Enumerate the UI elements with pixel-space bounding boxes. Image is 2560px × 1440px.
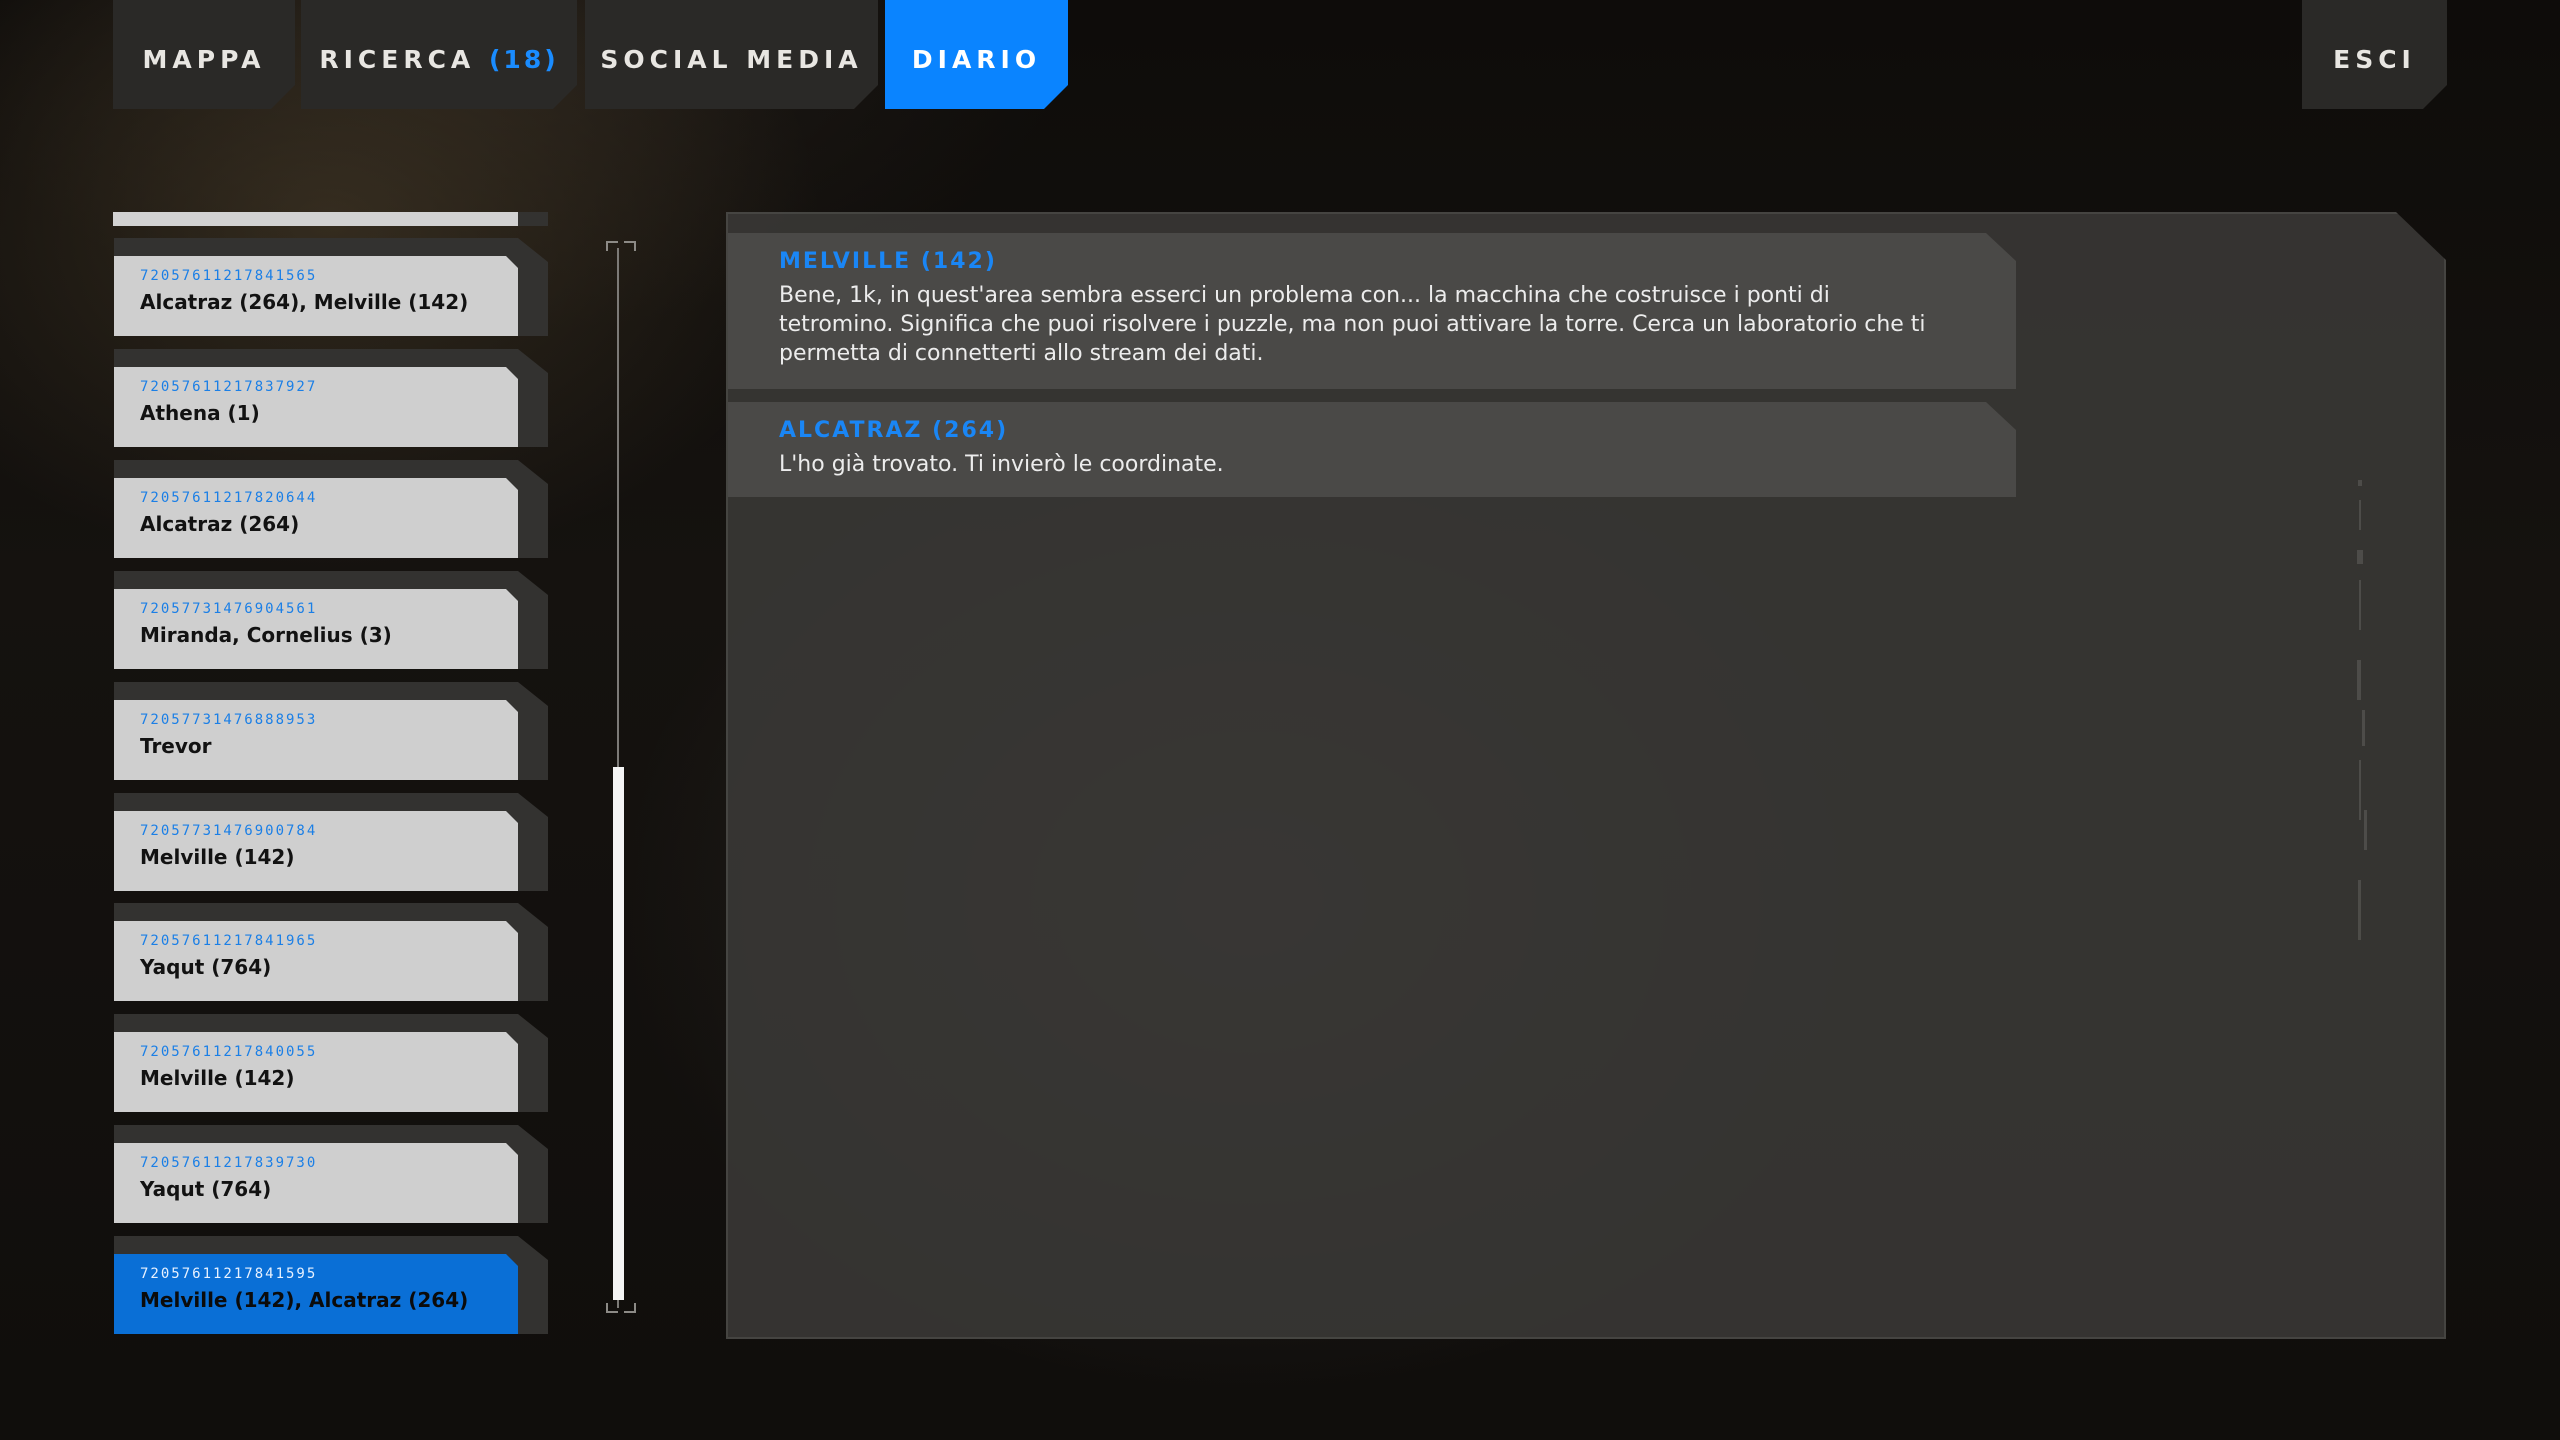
message-text: Bene, 1k, in quest'area sembra esserci u… [779,283,1926,366]
tab-label-text: RICERCA [319,45,476,74]
entry-id: 72057731476888953 [140,712,318,728]
entry-participants: Yaqut (764) [140,955,272,979]
tab-label: RICERCA (18) [319,45,558,74]
entry-participants: Melville (142) [140,1066,295,1090]
tab-label: DIARIO [911,45,1042,74]
message-author: ALCATRAZ (264) [779,418,1009,443]
scrollbar-thumb[interactable] [613,767,624,1300]
journal-entry[interactable]: 72057731476900784 Melville (142) [114,793,548,891]
entry-participants: Yaqut (764) [140,1177,272,1201]
entry-participants: Alcatraz (264), Melville (142) [140,290,469,314]
message: ALCATRAZ (264) L'ho già trovato. Ti invi… [728,402,2016,497]
entry-participants: Melville (142), Alcatraz (264) [140,1288,469,1312]
message: MELVILLE (142) Bene, 1k, in quest'area s… [728,233,2016,389]
exit-button[interactable]: ESCI [2302,0,2447,109]
tab-ricerca[interactable]: RICERCA (18) [301,0,577,109]
tab-label: SOCIAL MEDIA [600,45,863,74]
message-author: MELVILLE (142) [779,249,997,274]
entry-id: 72057611217841595 [140,1266,318,1282]
journal-entry[interactable]: 72057611217840055 Melville (142) [114,1014,548,1112]
scrollbar-bracket [624,1303,636,1313]
entry-id: 72057611217839730 [140,1155,318,1171]
entry-id: 72057611217840055 [140,1044,318,1060]
journal-entry[interactable]: 72057611217820644 Alcatraz (264) [114,460,548,558]
scrollbar-bracket [624,241,636,251]
entry-participants: Melville (142) [140,845,295,869]
list-entry-partial [113,212,518,226]
list-entry-partial-shade [518,212,548,226]
journal-entry-selected[interactable]: 72057611217841595 Melville (142), Alcatr… [114,1236,548,1334]
message-text: L'ho già trovato. Ti invierò le coordina… [779,452,1224,477]
entry-id: 72057611217841565 [140,268,318,284]
entry-participants: Athena (1) [140,401,260,425]
entry-participants: Trevor [140,734,212,758]
entry-id: 72057611217841965 [140,933,318,949]
entry-id: 72057611217837927 [140,379,318,395]
journal-entry[interactable]: 72057611217837927 Athena (1) [114,349,548,447]
tab-social-media[interactable]: SOCIAL MEDIA [585,0,878,109]
journal-entry[interactable]: 72057611217841965 Yaqut (764) [114,903,548,1001]
journal-entry[interactable]: 72057731476888953 Trevor [114,682,548,780]
exit-label: ESCI [2333,45,2416,74]
journal-entry[interactable]: 72057611217839730 Yaqut (764) [114,1125,548,1223]
entry-id: 72057731476904561 [140,601,318,617]
journal-entry[interactable]: 72057731476904561 Miranda, Cornelius (3) [114,571,548,669]
entry-participants: Alcatraz (264) [140,512,300,536]
tab-mappa[interactable]: MAPPA [113,0,295,109]
entry-participants: Miranda, Cornelius (3) [140,623,392,647]
entry-id: 72057611217820644 [140,490,318,506]
tab-count-badge: (18) [489,45,559,74]
journal-screen: MAPPA RICERCA (18) SOCIAL MEDIA DIARIO E… [0,0,2560,1440]
tab-label: MAPPA [142,45,266,74]
entry-id: 72057731476900784 [140,823,318,839]
tab-diario[interactable]: DIARIO [885,0,1068,109]
journal-entry[interactable]: 72057611217841565 Alcatraz (264), Melvil… [114,238,548,336]
decorative-glyphs [2357,480,2367,940]
